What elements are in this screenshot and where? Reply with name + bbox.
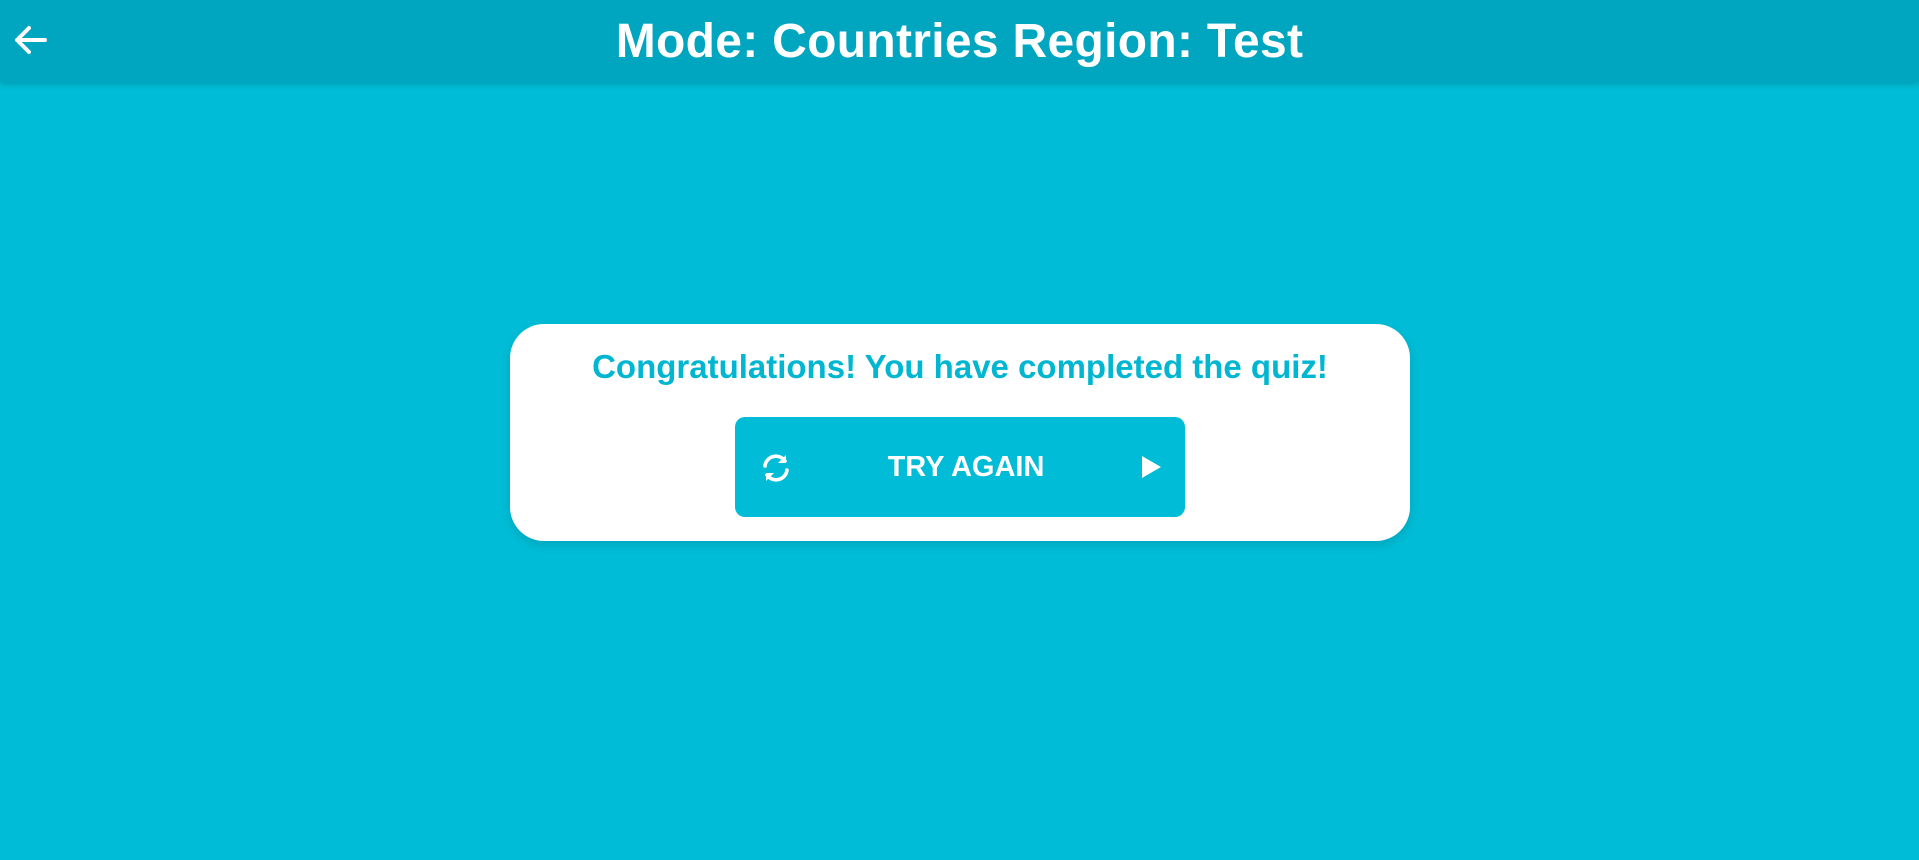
page-title: Mode: Countries Region: Test <box>615 14 1304 68</box>
completion-message: Congratulations! You have completed the … <box>592 348 1328 385</box>
play-icon <box>1142 456 1161 478</box>
try-again-label: TRY AGAIN <box>887 451 1045 483</box>
app-bar: Mode: Countries Region: Test <box>0 0 1919 82</box>
back-button[interactable] <box>10 20 50 60</box>
quiz-complete-card: Congratulations! You have completed the … <box>510 324 1410 541</box>
arrow-left-icon <box>15 26 47 54</box>
try-again-button[interactable]: TRY AGAIN <box>735 417 1185 517</box>
